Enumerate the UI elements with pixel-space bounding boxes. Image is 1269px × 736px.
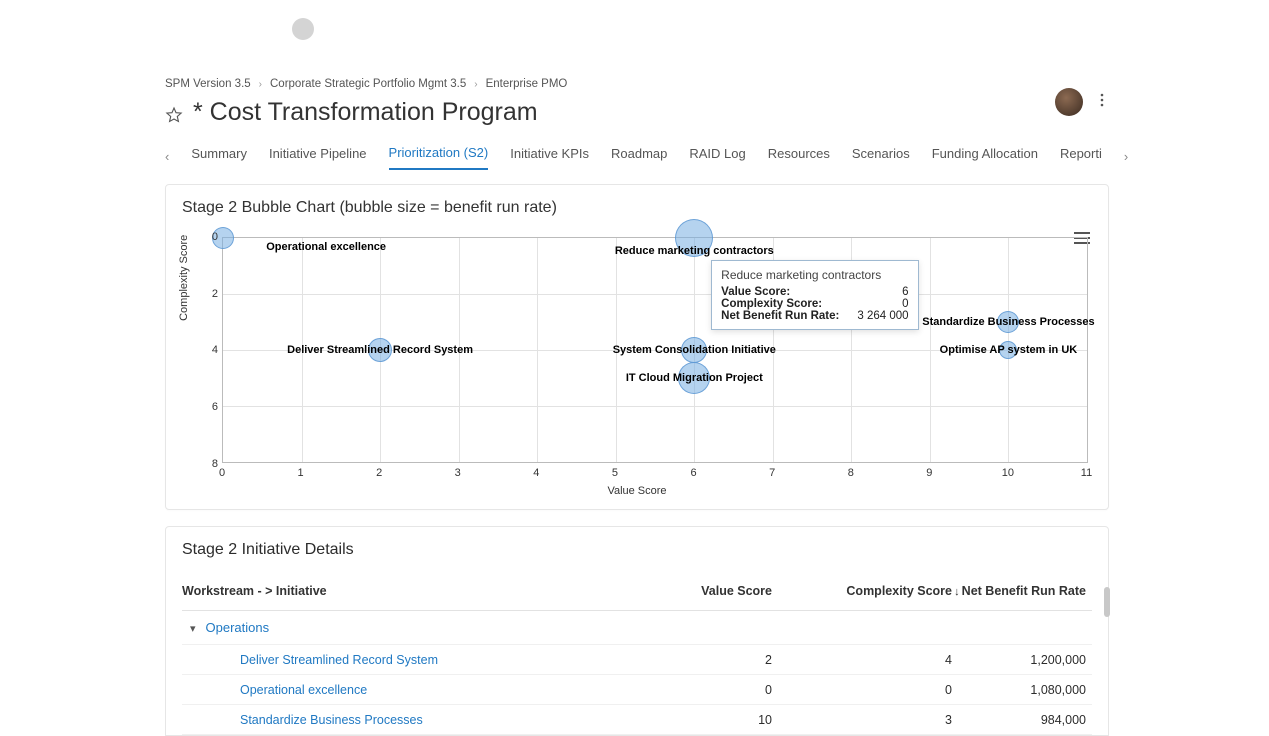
col-header-workstream[interactable]: Workstream - > Initiative — [182, 584, 622, 598]
bubble-chart[interactable]: Complexity Score — [182, 229, 1092, 499]
page-title: * Cost Transformation Program — [193, 98, 538, 127]
initiative-link[interactable]: Standardize Business Processes — [240, 713, 423, 727]
cell-complexity-score: 4 — [772, 653, 952, 667]
y-axis-label: Complexity Score — [178, 235, 190, 321]
tooltip-title: Reduce marketing contractors — [721, 268, 908, 282]
tabs-scroll-left-icon[interactable]: ‹ — [165, 149, 169, 164]
cell-value-score: 10 — [622, 713, 772, 727]
tab-resources[interactable]: Resources — [768, 146, 830, 169]
x-tick: 11 — [1081, 467, 1092, 479]
tab-funding-allocation[interactable]: Funding Allocation — [932, 146, 1038, 169]
group-name[interactable]: Operations — [206, 620, 270, 635]
initiative-details-card: Stage 2 Initiative Details Workstream - … — [165, 526, 1109, 736]
chart-title: Stage 2 Bubble Chart (bubble size = bene… — [182, 199, 1092, 217]
bubble-label: Standardize Business Processes — [922, 316, 1094, 328]
avatar[interactable] — [1055, 88, 1083, 116]
initiative-link[interactable]: Operational excellence — [240, 683, 367, 697]
tab-roadmap[interactable]: Roadmap — [611, 146, 667, 169]
y-tick: 2 — [204, 288, 218, 300]
x-tick: 6 — [691, 467, 697, 479]
tab-raid-log[interactable]: RAID Log — [689, 146, 745, 169]
tooltip-key: Complexity Score: — [721, 298, 822, 310]
y-tick: 4 — [204, 344, 218, 356]
table-row: Standardize Business Processes 10 3 984,… — [182, 705, 1092, 735]
bubble-label: IT Cloud Migration Project — [626, 372, 763, 384]
group-row-operations[interactable]: ▾ Operations — [182, 611, 1092, 645]
tab-summary[interactable]: Summary — [191, 146, 247, 169]
bubble-chart-card: Stage 2 Bubble Chart (bubble size = bene… — [165, 184, 1109, 510]
breadcrumb-item[interactable]: Enterprise PMO — [486, 78, 568, 90]
tabs: ‹ Summary Initiative Pipeline Prioritiza… — [165, 145, 1109, 170]
tab-initiative-kpis[interactable]: Initiative KPIs — [510, 146, 589, 169]
cell-net-benefit: 984,000 — [952, 713, 1092, 727]
tooltip-value: 0 — [902, 298, 908, 310]
x-tick: 1 — [298, 467, 304, 479]
x-axis-label: Value Score — [182, 485, 1092, 497]
bubble-label: Deliver Streamlined Record System — [287, 344, 473, 356]
cell-value-score: 2 — [622, 653, 772, 667]
initiative-link[interactable]: Deliver Streamlined Record System — [240, 653, 438, 667]
tab-scenarios[interactable]: Scenarios — [852, 146, 910, 169]
x-tick: 4 — [533, 467, 539, 479]
x-tick: 9 — [926, 467, 932, 479]
y-tick: 0 — [204, 231, 218, 243]
x-tick: 10 — [1002, 467, 1014, 479]
bubble-label: System Consolidation Initiative — [613, 344, 776, 356]
x-tick: 7 — [769, 467, 775, 479]
table-scrollbar[interactable] — [1104, 587, 1110, 617]
breadcrumb-item[interactable]: Corporate Strategic Portfolio Mgmt 3.5 — [270, 78, 466, 90]
cell-complexity-score: 0 — [772, 683, 952, 697]
chart-plot-area[interactable]: Operational excellence Reduce marketing … — [222, 237, 1088, 463]
tooltip-key: Value Score: — [721, 286, 790, 298]
breadcrumb-sep: › — [474, 79, 477, 90]
x-tick: 5 — [612, 467, 618, 479]
kebab-menu-icon[interactable] — [1095, 93, 1109, 112]
cell-net-benefit: 1,080,000 — [952, 683, 1092, 697]
chevron-down-icon[interactable]: ▾ — [190, 622, 196, 635]
tab-initiative-pipeline[interactable]: Initiative Pipeline — [269, 146, 367, 169]
tabs-scroll-right-icon[interactable]: › — [1124, 149, 1128, 164]
details-title: Stage 2 Initiative Details — [182, 541, 1092, 559]
tooltip-value: 3 264 000 — [857, 310, 908, 322]
table-row: Operational excellence 0 0 1,080,000 — [182, 675, 1092, 705]
col-header-value-score[interactable]: Value Score — [622, 584, 772, 598]
x-tick: 0 — [219, 467, 225, 479]
bubble-label: Optimise AP system in UK — [940, 344, 1078, 356]
x-tick: 2 — [376, 467, 382, 479]
y-tick: 6 — [204, 401, 218, 413]
cell-net-benefit: 1,200,000 — [952, 653, 1092, 667]
breadcrumb: SPM Version 3.5 › Corporate Strategic Po… — [165, 78, 1109, 90]
x-tick: 8 — [848, 467, 854, 479]
tooltip-key: Net Benefit Run Rate: — [721, 310, 839, 322]
table-row: Deliver Streamlined Record System 2 4 1,… — [182, 645, 1092, 675]
sort-desc-icon: ↓ — [954, 586, 960, 598]
table-header-row: Workstream - > Initiative Value Score Co… — [182, 581, 1092, 611]
tab-prioritization[interactable]: Prioritization (S2) — [389, 145, 489, 170]
col-header-net-benefit[interactable]: ↓Net Benefit Run Rate — [952, 584, 1092, 598]
tooltip-value: 6 — [902, 286, 908, 298]
x-tick: 3 — [455, 467, 461, 479]
col-header-complexity-score[interactable]: Complexity Score — [772, 584, 952, 598]
col-header-net-label: Net Benefit Run Rate — [962, 584, 1086, 598]
breadcrumb-item[interactable]: SPM Version 3.5 — [165, 78, 251, 90]
cell-complexity-score: 3 — [772, 713, 952, 727]
chart-tooltip: Reduce marketing contractors Value Score… — [711, 260, 918, 330]
y-tick: 8 — [204, 458, 218, 470]
cell-value-score: 0 — [622, 683, 772, 697]
bubble-label: Reduce marketing contractors — [615, 245, 774, 257]
bubble-label: Operational excellence — [266, 241, 386, 253]
tab-reporting-truncated[interactable]: Reporti — [1060, 146, 1102, 169]
unknown-gray-dot — [292, 18, 314, 40]
breadcrumb-sep: › — [259, 79, 262, 90]
favorite-star-icon[interactable] — [165, 106, 183, 124]
